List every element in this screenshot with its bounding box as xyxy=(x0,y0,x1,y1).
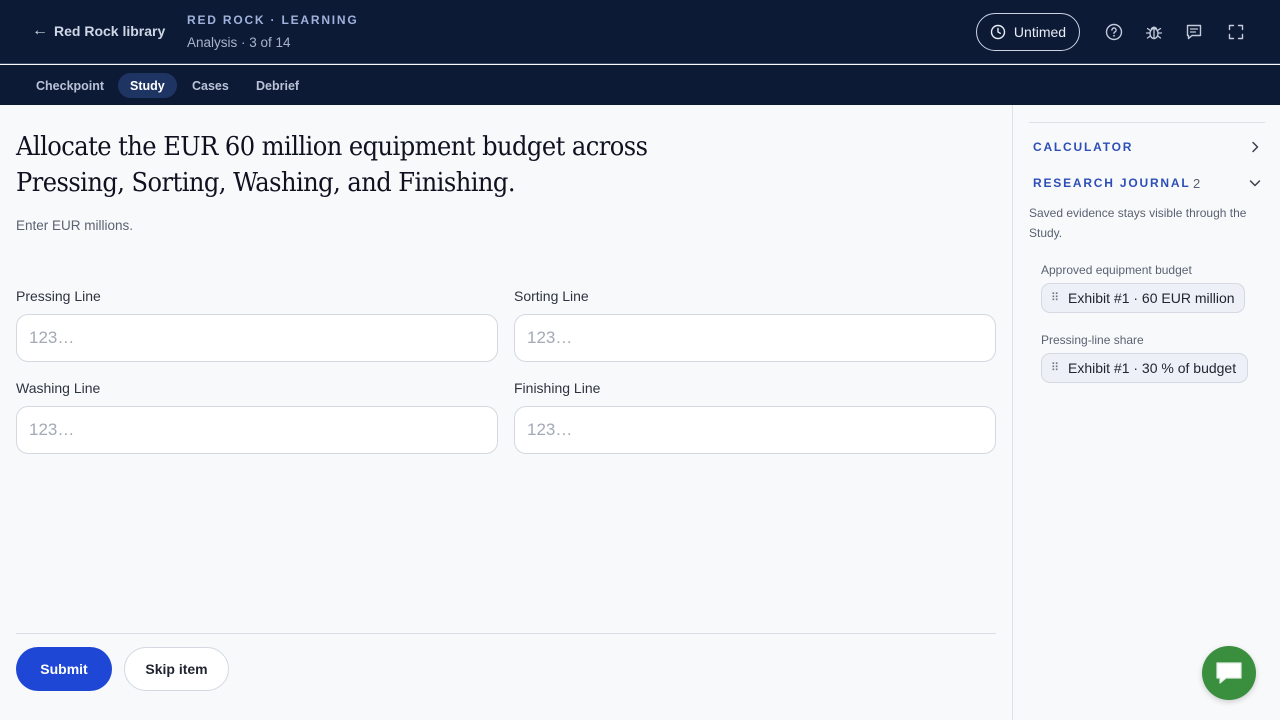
timer-button[interactable]: Untimed xyxy=(976,13,1080,51)
question-hint: Enter EUR millions. xyxy=(16,218,134,233)
back-link-label: Red Rock library xyxy=(54,23,166,39)
progress-subtitle: Analysis · 3 of 14 xyxy=(187,35,291,50)
calculator-toggle[interactable]: CALCULATOR xyxy=(1033,140,1133,154)
evidence-label: Pressing-line share xyxy=(1041,333,1144,347)
back-arrow-icon: ← xyxy=(32,22,48,39)
clock-icon xyxy=(990,24,1006,40)
feedback-icon xyxy=(1186,24,1202,40)
evidence-label: Approved equipment budget xyxy=(1041,263,1192,277)
journal-count: 2 xyxy=(1193,176,1201,191)
brand-label: RED ROCK · LEARNING xyxy=(187,13,359,27)
top-bar: ← Red Rock library RED ROCK · LEARNING A… xyxy=(0,0,1280,64)
chat-icon xyxy=(1216,662,1242,684)
pressing-line-label: Pressing Line xyxy=(16,288,101,304)
evidence-chip[interactable]: ⠿ Exhibit #1 · 30 % of budget xyxy=(1041,353,1248,383)
fullscreen-icon xyxy=(1228,24,1244,40)
chat-launcher-button[interactable] xyxy=(1202,646,1256,700)
section-tabs: Checkpoint Study Cases Debrief xyxy=(0,65,1280,105)
drag-handle-icon: ⠿ xyxy=(1051,362,1059,374)
question-title: Allocate the EUR 60 million equipment bu… xyxy=(16,132,648,198)
submit-button[interactable]: Submit xyxy=(16,647,112,691)
finishing-line-input[interactable] xyxy=(514,406,996,454)
question-panel: Allocate the EUR 60 million equipment bu… xyxy=(0,105,1012,720)
bug-icon xyxy=(1145,26,1163,40)
pressing-line-input[interactable] xyxy=(16,314,498,362)
evidence-chip-text: Exhibit #1 · 30 % of budget xyxy=(1068,360,1237,376)
research-sidebar: CALCULATOR RESEARCH JOURNAL 2 Saved evid… xyxy=(1012,105,1280,720)
sorting-line-input[interactable] xyxy=(514,314,996,362)
footer-divider xyxy=(16,633,996,634)
evidence-chip[interactable]: ⠿ Exhibit #1 · 60 EUR million xyxy=(1041,283,1245,313)
feedback-button[interactable] xyxy=(1184,22,1204,42)
tab-study[interactable]: Study xyxy=(118,73,177,98)
sorting-line-label: Sorting Line xyxy=(514,288,589,304)
washing-line-label: Washing Line xyxy=(16,380,101,396)
tab-checkpoint[interactable]: Checkpoint xyxy=(24,73,116,98)
back-to-library-link[interactable]: ← Red Rock library xyxy=(32,22,165,40)
evidence-chip-text: Exhibit #1 · 60 EUR million xyxy=(1068,290,1235,306)
drag-handle-icon: ⠿ xyxy=(1051,292,1059,304)
skip-item-button[interactable]: Skip item xyxy=(124,647,229,691)
timer-label: Untimed xyxy=(1013,24,1067,40)
washing-line-input[interactable] xyxy=(16,406,498,454)
chevron-right-icon[interactable] xyxy=(1248,140,1262,154)
journal-note: Saved evidence stays visible through the… xyxy=(1029,206,1247,240)
finishing-line-label: Finishing Line xyxy=(514,380,601,396)
help-button[interactable] xyxy=(1104,22,1124,42)
tab-cases[interactable]: Cases xyxy=(180,73,241,98)
research-journal-toggle[interactable]: RESEARCH JOURNAL xyxy=(1033,176,1190,190)
help-icon xyxy=(1105,23,1123,41)
chevron-down-icon[interactable] xyxy=(1248,176,1262,190)
tab-debrief[interactable]: Debrief xyxy=(244,73,311,98)
report-bug-button[interactable] xyxy=(1144,22,1164,42)
fullscreen-button[interactable] xyxy=(1226,22,1246,42)
sidebar-divider xyxy=(1029,122,1265,123)
